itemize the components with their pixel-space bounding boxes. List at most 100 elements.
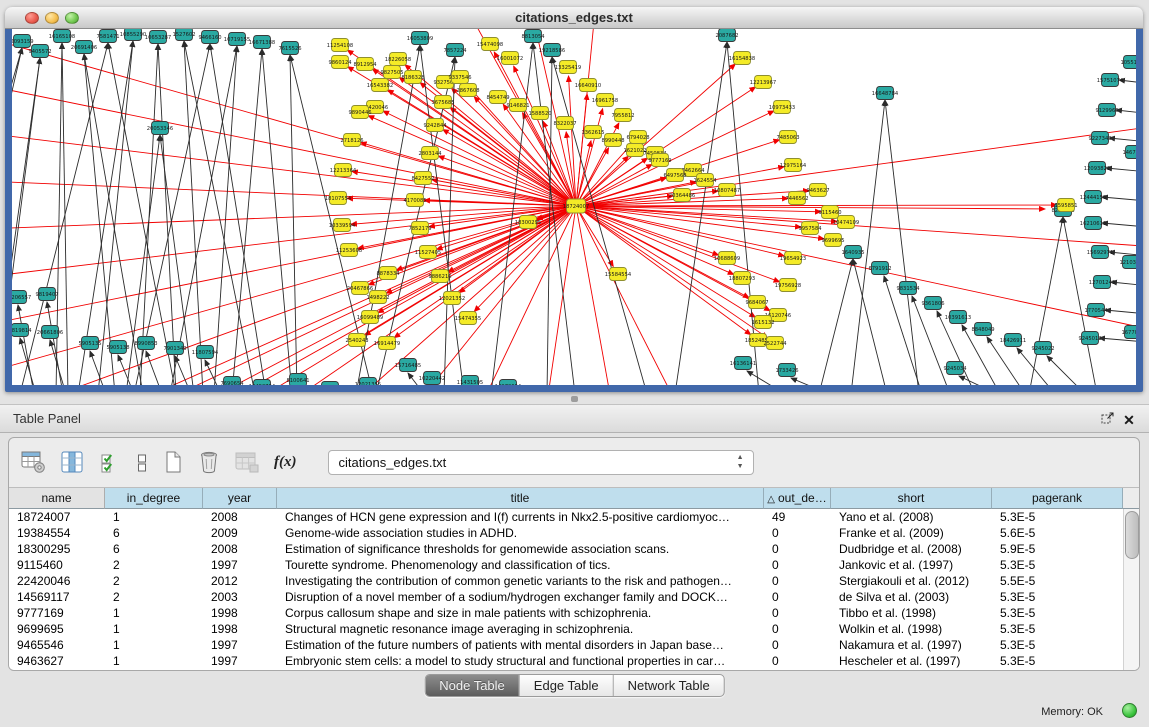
cell-name[interactable]: 9465546 (9, 637, 105, 653)
close-panel-button[interactable]: ✕ (1121, 412, 1137, 427)
cell-out_degree[interactable]: 0 (764, 557, 831, 573)
cell-title[interactable]: Investigating the contribution of common… (277, 573, 764, 589)
cell-in_degree[interactable]: 1 (105, 637, 203, 653)
cell-pagerank[interactable]: 5.3E-5 (992, 509, 1123, 525)
cell-year[interactable]: 1997 (203, 557, 277, 573)
function-builder-button[interactable]: f(x) (274, 450, 297, 474)
table-row[interactable]: 946554611997Estimation of the future num… (9, 637, 1139, 653)
table-row[interactable]: 1830029562008Estimation of significance … (9, 541, 1139, 557)
cell-pagerank[interactable]: 5.3E-5 (992, 605, 1123, 621)
network-window-titlebar[interactable]: citations_edges.txt (5, 7, 1143, 29)
column-header-pagerank[interactable]: pagerank (992, 488, 1123, 509)
cell-out_degree[interactable]: 0 (764, 541, 831, 557)
cell-out_degree[interactable]: 0 (764, 525, 831, 541)
show-columns-button[interactable] (61, 450, 85, 474)
table-row[interactable]: 1938455462009Genome-wide association stu… (9, 525, 1139, 541)
cell-title[interactable]: Disruption of a novel member of a sodium… (277, 589, 764, 605)
cell-out_degree[interactable]: 49 (764, 509, 831, 525)
cell-title[interactable]: Genome-wide association studies in ADHD. (277, 525, 764, 541)
cell-in_degree[interactable]: 2 (105, 589, 203, 605)
table-row[interactable]: 2242004622012Investigating the contribut… (9, 573, 1139, 589)
cell-out_degree[interactable]: 0 (764, 605, 831, 621)
cell-short[interactable]: Yano et al. (2008) (831, 509, 992, 525)
cell-title[interactable]: Tourette syndrome. Phenomenology and cla… (277, 557, 764, 573)
tab-edge-table[interactable]: Edge Table (520, 675, 614, 696)
cell-out_degree[interactable]: 0 (764, 637, 831, 653)
graph-node[interactable] (322, 382, 339, 386)
cell-short[interactable]: de Silva et al. (2003) (831, 589, 992, 605)
cell-short[interactable]: Nakamura et al. (1997) (831, 637, 992, 653)
table-mode-button[interactable] (21, 450, 46, 474)
cell-short[interactable]: Tibbo et al. (1998) (831, 605, 992, 621)
cell-in_degree[interactable]: 1 (105, 621, 203, 637)
create-column-button[interactable] (163, 450, 183, 474)
cell-name[interactable]: 14569117 (9, 589, 105, 605)
scrollbar-thumb[interactable] (1125, 511, 1139, 559)
cell-pagerank[interactable]: 5.3E-5 (992, 557, 1123, 573)
cell-in_degree[interactable]: 1 (105, 509, 203, 525)
cell-name[interactable]: 22420046 (9, 573, 105, 589)
tab-network-table[interactable]: Network Table (614, 675, 724, 696)
cell-pagerank[interactable]: 5.6E-5 (992, 525, 1123, 541)
cell-year[interactable]: 1997 (203, 653, 277, 669)
cell-name[interactable]: 9777169 (9, 605, 105, 621)
cell-in_degree[interactable]: 2 (105, 573, 203, 589)
cell-name[interactable]: 9115460 (9, 557, 105, 573)
table-row[interactable]: 946362711997Embryonic stem cells: a mode… (9, 653, 1139, 669)
cell-year[interactable]: 2008 (203, 509, 277, 525)
network-canvas[interactable]: 2093159940557216165108206914067581471108… (12, 29, 1136, 385)
table-select-dropdown[interactable]: citations_edges.txt▲▼ (328, 450, 754, 475)
delete-column-button[interactable] (198, 450, 220, 474)
cell-name[interactable]: 9463627 (9, 653, 105, 669)
cell-name[interactable]: 9699695 (9, 621, 105, 637)
cell-title[interactable]: Corpus callosum shape and size in male p… (277, 605, 764, 621)
memory-status-icon[interactable] (1122, 703, 1137, 718)
column-header-in_degree[interactable]: in_degree (105, 488, 203, 509)
cell-short[interactable]: Franke et al. (2009) (831, 525, 992, 541)
cell-title[interactable]: Estimation of significance thresholds fo… (277, 541, 764, 557)
cell-year[interactable]: 2009 (203, 525, 277, 541)
table-row[interactable]: 911546021997Tourette syndrome. Phenomeno… (9, 557, 1139, 573)
cell-name[interactable]: 19384554 (9, 525, 105, 541)
column-header-title[interactable]: title (277, 488, 764, 509)
column-header-out_degree[interactable]: △out_de… (764, 488, 831, 509)
cell-out_degree[interactable]: 0 (764, 653, 831, 669)
cell-out_degree[interactable]: 0 (764, 573, 831, 589)
cell-pagerank[interactable]: 5.3E-5 (992, 653, 1123, 669)
table-row[interactable]: 1456911722003Disruption of a novel membe… (9, 589, 1139, 605)
cell-short[interactable]: Wolkin et al. (1998) (831, 621, 992, 637)
table-row[interactable]: 977716911998Corpus callosum shape and si… (9, 605, 1139, 621)
cell-year[interactable]: 2012 (203, 573, 277, 589)
cell-year[interactable]: 2008 (203, 541, 277, 557)
cell-name[interactable]: 18300295 (9, 541, 105, 557)
table-row[interactable]: 969969511998Structural magnetic resonanc… (9, 621, 1139, 637)
cell-short[interactable]: Jankovic et al. (1997) (831, 557, 992, 573)
import-table-button[interactable] (235, 450, 259, 474)
cell-short[interactable]: Hescheler et al. (1997) (831, 653, 992, 669)
cell-pagerank[interactable]: 5.3E-5 (992, 589, 1123, 605)
cell-year[interactable]: 2003 (203, 589, 277, 605)
cell-in_degree[interactable]: 6 (105, 525, 203, 541)
network-graph[interactable]: 2093159940557216165108206914067581471108… (12, 29, 1136, 385)
cell-title[interactable]: Estimation of the future numbers of pati… (277, 637, 764, 653)
cell-pagerank[interactable]: 5.5E-5 (992, 573, 1123, 589)
cell-in_degree[interactable]: 2 (105, 557, 203, 573)
row-height-button[interactable] (136, 450, 148, 474)
cell-name[interactable]: 18724007 (9, 509, 105, 525)
column-header-name[interactable]: name (9, 488, 105, 509)
cell-year[interactable]: 1998 (203, 605, 277, 621)
cell-in_degree[interactable]: 6 (105, 541, 203, 557)
cell-short[interactable]: Dudbridge et al. (2008) (831, 541, 992, 557)
vertical-scrollbar[interactable] (1123, 509, 1139, 670)
cell-out_degree[interactable]: 0 (764, 589, 831, 605)
column-header-year[interactable]: year (203, 488, 277, 509)
select-all-columns-button[interactable] (100, 450, 121, 474)
splitter-handle[interactable] (571, 396, 578, 402)
float-panel-button[interactable] (1099, 412, 1115, 427)
cell-out_degree[interactable]: 0 (764, 621, 831, 637)
tab-node-table[interactable]: Node Table (425, 675, 520, 696)
cell-title[interactable]: Changes of HCN gene expression and I(f) … (277, 509, 764, 525)
cell-pagerank[interactable]: 5.3E-5 (992, 621, 1123, 637)
cell-title[interactable]: Embryonic stem cells: a model to study s… (277, 653, 764, 669)
cell-year[interactable]: 1998 (203, 621, 277, 637)
